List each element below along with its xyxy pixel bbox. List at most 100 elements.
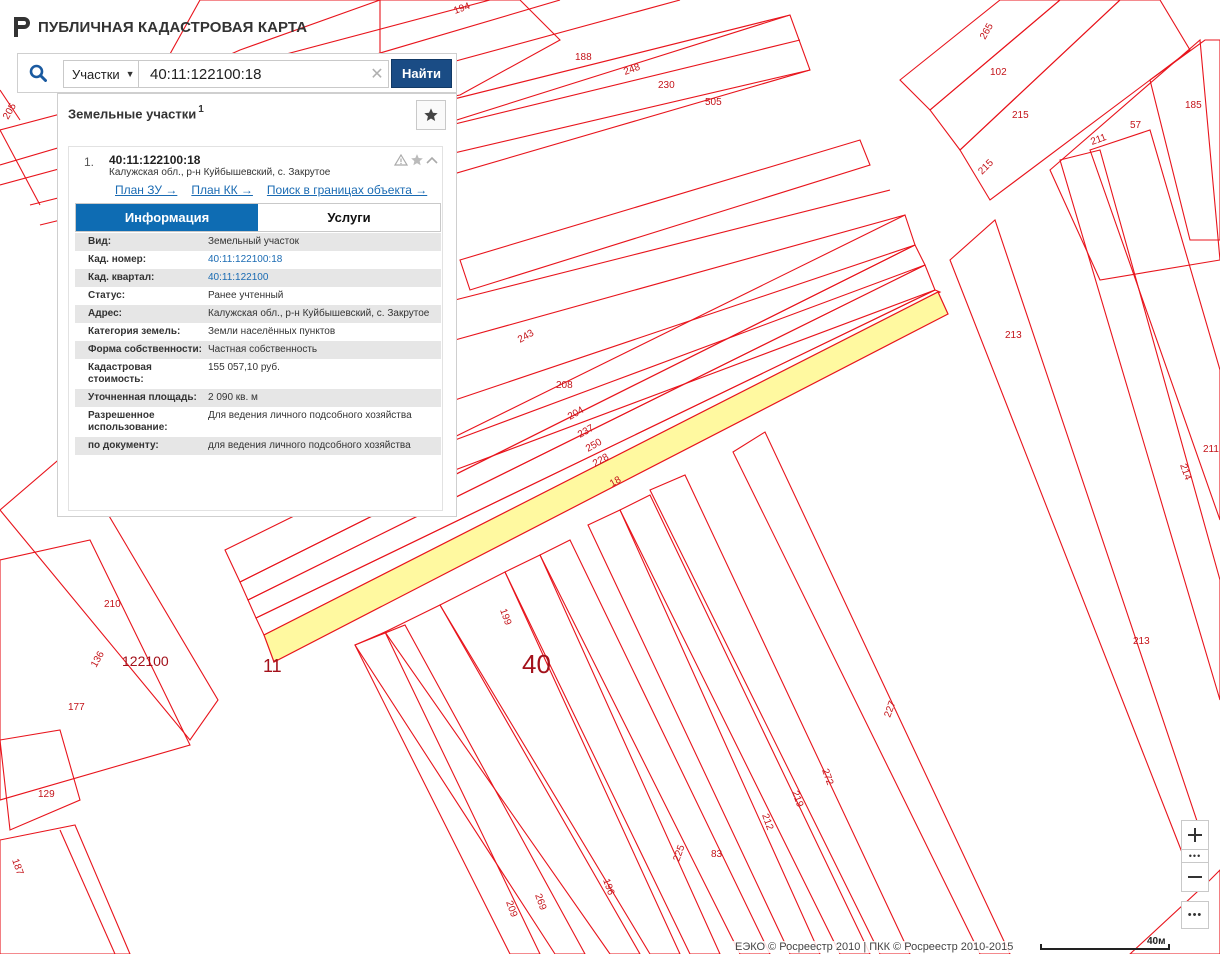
result-item: 1. 40:11:122100:18 Калужская обл., р-н К… [68,146,443,511]
tab-services[interactable]: Услуги [258,204,440,231]
search-type-select[interactable]: Участки ▼ [63,60,139,88]
attr-row: Статус: Ранее учтенный [75,287,441,305]
app-logo[interactable]: ПУБЛИЧНАЯ КАДАСТРОВАЯ КАРТА [14,17,307,37]
favorites-button[interactable] [416,100,446,130]
logo-icon [14,17,30,37]
more-options-button[interactable]: ••• [1181,901,1209,929]
link-search-within[interactable]: Поиск в границах объекта → [267,183,427,197]
plus-icon [1188,828,1202,842]
attr-key: Кад. квартал: [88,272,155,283]
attr-row: Кадастровая стоимость: 155 057,10 руб. [75,359,441,389]
attr-value: Частная собственность [208,344,318,355]
parcel-219[interactable] [619,494,871,954]
parcel-214[interactable] [1089,129,1220,521]
parcel-label: 185 [1185,100,1202,111]
parcel-label: 215 [976,157,996,177]
attr-row: по документу: для ведения личного подсобн… [75,437,441,455]
attr-key: Форма собственности: [88,344,202,355]
parcel-243[interactable] [459,139,871,291]
attr-row: Категория земель: Земли населённых пункто… [75,323,441,341]
parcel-label: 188 [575,52,592,63]
attr-key: по документу: [88,440,159,451]
parcel-label: 208 [556,380,573,391]
parcel-label: 243 [516,328,536,346]
parcel-label: 265 [978,21,996,41]
link-plan-zu[interactable]: План ЗУ → [115,183,177,197]
scale-tick [1040,944,1042,950]
parcel-label: 102 [990,67,1007,78]
zoom-slider[interactable]: ••• [1181,850,1209,862]
find-button[interactable]: Найти [391,59,452,88]
link-plan-kk[interactable]: План КК → [191,183,253,197]
parcel-label: 225 [671,843,687,863]
parcel-label: 505 [705,97,722,108]
search-icon[interactable] [18,54,58,92]
attr-row: Адрес: Калужская обл., р-н Куйбышевский, … [75,305,441,323]
search-input[interactable] [139,60,389,88]
chevron-up-icon[interactable] [426,155,438,165]
attr-key: Разрешенное использование: [88,410,168,433]
parcel-213b[interactable] [1059,149,1220,701]
clear-icon[interactable]: ✕ [366,60,388,88]
parcel-177[interactable] [0,539,191,801]
result-tabs: Информация Услуги [75,203,441,232]
attr-value: 2 090 кв. м [208,392,258,403]
parcel-83[interactable] [539,539,771,954]
parcel-227[interactable] [732,431,1011,954]
parcel-label: 210 [104,599,121,610]
attr-value: Ранее учтенный [208,290,284,301]
parcel-label: 248 [622,62,642,78]
minus-icon [1188,876,1202,878]
parcel-label: 212 [759,812,775,832]
app-title: ПУБЛИЧНАЯ КАДАСТРОВАЯ КАРТА [38,18,308,36]
attr-row: Форма собственности: Частная собственност… [75,341,441,359]
block-label: 40 [522,649,551,679]
result-links: План ЗУ → План КК → Поиск в границах объ… [115,183,427,197]
attr-key: Уточненная площадь: [88,392,197,403]
attr-value-link[interactable]: 40:11:122100:18 [208,254,434,266]
boundary-label: 11 [263,656,282,676]
attr-value: 155 057,10 руб. [208,362,280,373]
scale-label: 40м [1147,936,1166,947]
parcel-label: 250 [584,437,604,455]
result-index: 1. [84,155,95,169]
parcel-label: 237 [576,423,596,441]
caret-down-icon: ▼ [125,69,135,79]
parcel-187[interactable] [0,824,131,954]
quarter-label: 122100 [122,653,169,669]
zoom-in-button[interactable] [1181,820,1209,850]
parcel-102[interactable] [929,0,1121,151]
attr-value-link[interactable]: 40:11:122100 [208,272,434,284]
attr-key: Адрес: [88,308,122,319]
attr-key: Категория земель: [88,326,181,337]
warning-icon[interactable] [394,154,408,166]
parcel-212[interactable] [587,509,821,954]
result-cad-number[interactable]: 40:11:122100:18 [109,153,200,167]
parcel-label: 219 [789,789,805,809]
parcel-label: 205 [1,101,19,121]
attr-row: Уточненная площадь: 2 090 кв. м [75,389,441,407]
attr-value: Для ведения личного подсобного хозяйства [208,410,412,421]
parcel-label: 136 [89,649,107,669]
attr-key: Вид: [88,236,112,247]
parcel-265[interactable] [899,0,1061,111]
parcel-label: 211 [1203,444,1219,455]
tab-info[interactable]: Информация [76,204,258,231]
attr-value: Калужская обл., р-н Куйбышевский, с. Зак… [208,308,430,319]
attr-row: Кад. квартал: 40:11:122100 [75,269,441,287]
parcel-label: 57 [1130,120,1142,131]
copyright-text: ЕЭКО © Росреестр 2010 | ПКК © Росреестр … [733,941,1016,953]
parcel-label: 272 [819,767,835,787]
result-address: Калужская обл., р-н Куйбышевский, с. Зак… [109,167,331,178]
parcel-label: 199 [497,607,513,627]
parcel-label: 129 [38,789,55,800]
attr-value: Земли населённых пунктов [208,326,336,337]
parcel-label: 213 [1133,636,1150,647]
star-icon[interactable] [410,153,424,167]
zoom-out-button[interactable] [1181,862,1209,892]
parcel-211-top[interactable] [1049,38,1220,281]
parcel-213[interactable] [949,219,1201,862]
search-type-label: Участки [72,66,120,82]
search-bar: Участки ▼ ✕ Найти [17,53,457,93]
more-icon: ••• [1187,909,1203,921]
